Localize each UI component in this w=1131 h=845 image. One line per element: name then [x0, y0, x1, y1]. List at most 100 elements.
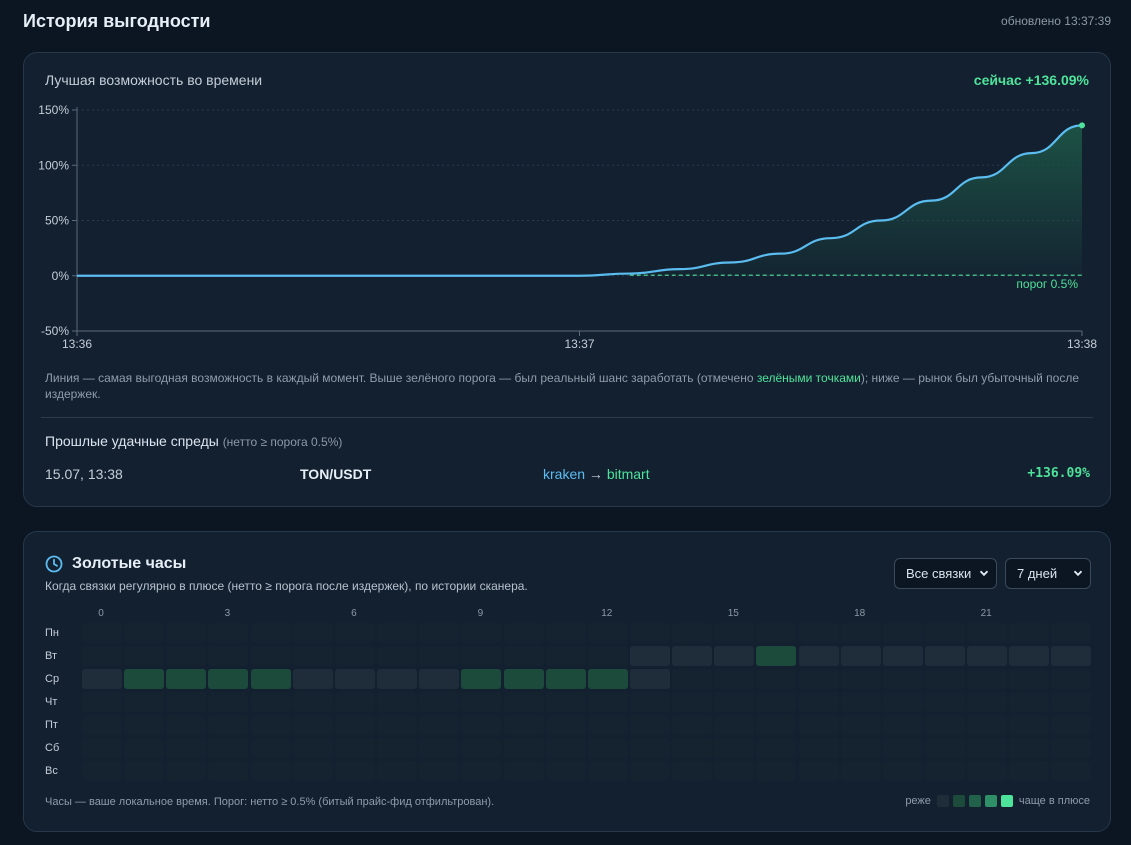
- heat-legend: реже чаще в плюсе: [905, 795, 1090, 807]
- heatmap-cell: [967, 646, 1008, 666]
- heatmap-cell: [334, 623, 375, 643]
- heatmap-cell: [629, 761, 670, 781]
- heatmap-cell: [882, 646, 923, 666]
- days-select[interactable]: 7 дней: [1005, 558, 1091, 589]
- spread-date: 15.07, 13:38: [45, 466, 123, 482]
- chevron-down-icon: [1073, 570, 1083, 577]
- heatmap-cell: [840, 761, 881, 781]
- heatmap-cell: [545, 738, 586, 758]
- hour-tick-label: 0: [98, 608, 104, 619]
- hour-tick-label: 9: [477, 608, 484, 619]
- spread-from-exchange: kraken: [543, 466, 586, 482]
- heatmap-cell: [166, 646, 207, 666]
- hour-tick-label: 12: [601, 608, 613, 619]
- heatmap-cell: [629, 646, 670, 666]
- heatmap-cell: [377, 646, 418, 666]
- heatmap-cell: [250, 761, 291, 781]
- y-tick-label: 150%: [38, 103, 69, 117]
- heatmap-cell: [840, 646, 881, 666]
- heatmap-cell: [840, 669, 881, 689]
- past-spreads-title: Прошлые удачные спреды (нетто ≥ порога 0…: [45, 433, 342, 449]
- heatmap-cell: [82, 669, 122, 689]
- spread-percent: +136.09%: [1027, 466, 1090, 481]
- current-point: [1079, 122, 1085, 129]
- heatmap-cell: [124, 738, 165, 758]
- heatmap-cell: [377, 669, 418, 689]
- history-card-title: Лучшая возможность во времени: [45, 72, 263, 88]
- heatmap-cell: [250, 692, 291, 712]
- heatmap-cell: [629, 669, 670, 689]
- route-arrow: →: [585, 466, 607, 482]
- heatmap-cell: [419, 715, 460, 735]
- y-tick-label: 50%: [45, 214, 69, 228]
- threshold-label: порог 0.5%: [1016, 277, 1078, 291]
- heatmap-cell: [925, 715, 965, 735]
- heatmap-cell: [166, 623, 207, 643]
- heatmap-cell: [503, 623, 544, 643]
- heatmap-cell: [208, 715, 249, 735]
- heatmap-cell: [882, 761, 923, 781]
- heatmap-cell: [82, 738, 122, 758]
- heatmap-cell: [124, 761, 165, 781]
- heatmap-cell: [672, 623, 713, 643]
- heatmap-cell: [292, 669, 333, 689]
- heatmap-cell: [756, 669, 797, 689]
- heatmap-cell: [967, 623, 1008, 643]
- heatmap-cell: [587, 646, 628, 666]
- heatmap-cell: [208, 761, 249, 781]
- heatmap-cell: [882, 692, 923, 712]
- heatmap-cell: [82, 692, 122, 712]
- spread-pair: TON/USDT: [300, 466, 372, 482]
- heatmap-cell: [461, 623, 502, 643]
- heatmap-cell: [587, 715, 628, 735]
- heatmap-cell: [629, 738, 670, 758]
- profit-area-fill: [579, 125, 1082, 276]
- heatmap-cell: [1051, 738, 1092, 758]
- heatmap-cell: [1051, 623, 1092, 643]
- hour-axis: 0 3 6 9 12 15 18 21: [24, 608, 1110, 620]
- heatmap-cell: [82, 623, 122, 643]
- legend-less-label: реже: [905, 795, 931, 807]
- heatmap-cell: [503, 669, 544, 689]
- heatmap-cell: [208, 692, 249, 712]
- heatmap-cell: [377, 715, 418, 735]
- heatmap-cell: [419, 623, 460, 643]
- day-label: Пн: [45, 627, 59, 639]
- heatmap-cell: [377, 761, 418, 781]
- hour-tick-label: 18: [854, 608, 866, 619]
- heatmap-cell: [250, 646, 291, 666]
- pairs-select[interactable]: Все связки: [894, 558, 997, 589]
- heatmap-cell: [208, 623, 249, 643]
- heatmap-cell: [587, 692, 628, 712]
- golden-hours-card: Золотые часы Когда связки регулярно в пл…: [23, 531, 1111, 832]
- heatmap-cell: [124, 646, 165, 666]
- heatmap-cell: [882, 738, 923, 758]
- heatmap-cell: [334, 692, 375, 712]
- y-tick-label: 0%: [52, 269, 70, 283]
- caption-text-1: Линия — самая выгодная возможность в каж…: [45, 371, 757, 385]
- legend-swatch: [1000, 795, 1013, 807]
- heatmap-cell: [629, 692, 670, 712]
- heatmap-cell: [292, 692, 333, 712]
- heatmap-cell: [714, 761, 755, 781]
- heatmap-cell: [840, 715, 881, 735]
- heatmap-cell: [925, 738, 965, 758]
- heatmap-cell: [82, 761, 122, 781]
- heatmap-cell: [545, 715, 586, 735]
- heatmap-cell: [587, 761, 628, 781]
- heatmap-cell: [882, 715, 923, 735]
- heatmap-cell: [1009, 623, 1050, 643]
- heatmap-cell: [587, 738, 628, 758]
- x-tick-label: 13:36: [62, 337, 92, 351]
- heatmap-cell: [714, 623, 755, 643]
- heatmap-cell: [672, 715, 713, 735]
- heatmap-cell: [503, 761, 544, 781]
- heatmap-cell: [840, 623, 881, 643]
- heatmap-cell: [756, 692, 797, 712]
- heatmap-cell: [545, 761, 586, 781]
- heatmap-cell: [461, 646, 502, 666]
- heatmap-cell: [756, 715, 797, 735]
- heatmap-cell: [250, 738, 291, 758]
- heatmap-cell: [1051, 646, 1092, 666]
- clock-icon: [45, 555, 63, 573]
